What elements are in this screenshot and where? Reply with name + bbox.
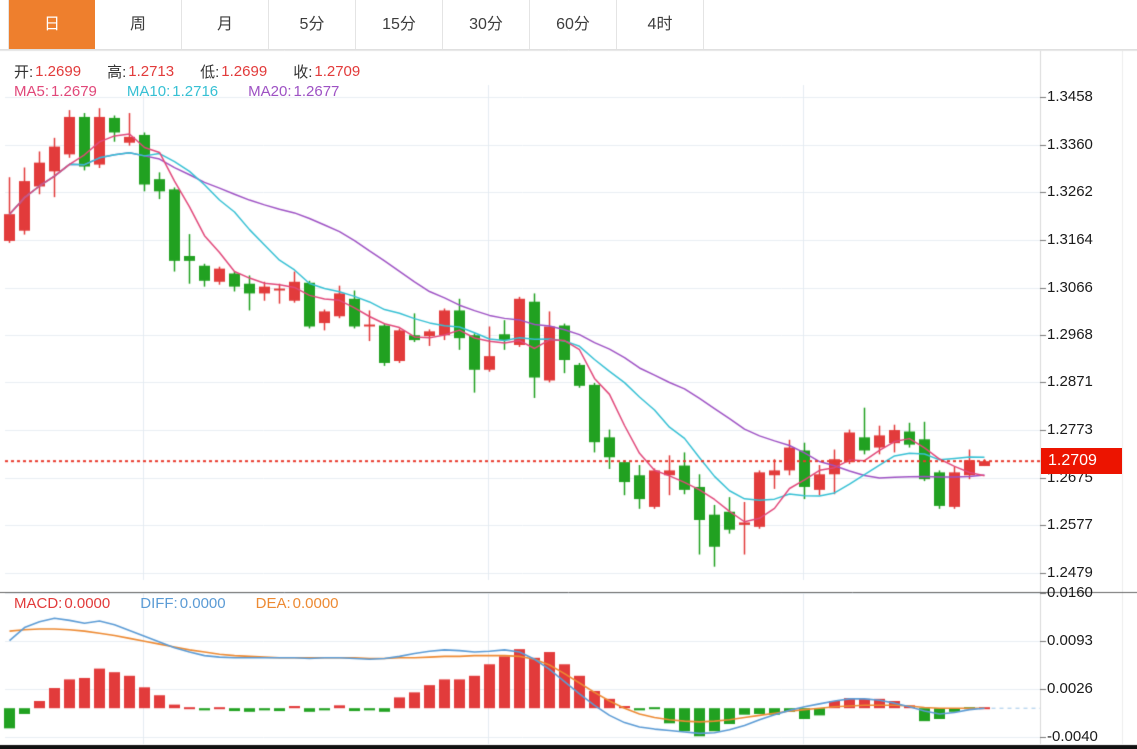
- macd-tick-label: -0.0040: [1047, 728, 1098, 746]
- tab-30min[interactable]: 30分: [443, 0, 530, 49]
- tab-week[interactable]: 周: [95, 0, 182, 49]
- macd-value: 0.0000: [64, 595, 110, 612]
- ma5-value: 1.2679: [51, 83, 97, 100]
- tab-5min[interactable]: 5分: [269, 0, 356, 49]
- open-group: 开:1.2699: [14, 61, 81, 82]
- ma20-group: MA20:1.2677: [248, 83, 339, 100]
- timeframe-tab-bar: 日周月5分15分30分60分4时: [0, 0, 1137, 50]
- low-value: 1.2699: [221, 63, 267, 80]
- dea-group: DEA:0.0000: [256, 595, 339, 612]
- price-tick-label: 1.3066: [1047, 279, 1093, 297]
- ma10-value: 1.2716: [172, 83, 218, 100]
- macd-tick-label: 0.0093: [1047, 632, 1093, 650]
- open-label: 开:: [14, 61, 33, 82]
- ma10-label: MA10:: [127, 83, 170, 100]
- low-group: 低:1.2699: [200, 61, 267, 82]
- high-label: 高:: [107, 61, 126, 82]
- ma20-label: MA20:: [248, 83, 291, 100]
- tab-day[interactable]: 日: [8, 0, 95, 49]
- tab-15min[interactable]: 15分: [356, 0, 443, 49]
- macd-group: MACD:0.0000: [14, 595, 110, 612]
- ma20-value: 1.2677: [294, 83, 340, 100]
- ma10-group: MA10:1.2716: [127, 83, 218, 100]
- price-tick-label: 1.2773: [1047, 421, 1093, 439]
- dea-value: 0.0000: [293, 595, 339, 612]
- price-tick-label: 1.3164: [1047, 231, 1093, 249]
- close-value: 1.2709: [314, 63, 360, 80]
- tab-60min[interactable]: 60分: [530, 0, 617, 49]
- diff-label: DIFF:: [140, 595, 178, 612]
- ma5-group: MA5:1.2679: [14, 83, 97, 100]
- price-tick-label: 1.3360: [1047, 136, 1093, 154]
- low-label: 低:: [200, 61, 219, 82]
- price-tick-label: 1.2577: [1047, 516, 1093, 534]
- price-tick-label: 1.2968: [1047, 326, 1093, 344]
- macd-label: MACD:: [14, 595, 62, 612]
- ma-readout: MA5:1.2679 MA10:1.2716 MA20:1.2677: [14, 83, 339, 100]
- ohlc-readout: 开:1.2699 高:1.2713 低:1.2699 收:1.2709: [14, 61, 360, 82]
- open-value: 1.2699: [35, 63, 81, 80]
- diff-group: DIFF:0.0000: [140, 595, 225, 612]
- macd-tick-label: 0.0160: [1047, 584, 1093, 602]
- ma5-label: MA5:: [14, 83, 49, 100]
- close-label: 收:: [293, 61, 312, 82]
- high-group: 高:1.2713: [107, 61, 174, 82]
- price-tick-label: 1.2479: [1047, 564, 1093, 582]
- macd-tick-label: 0.0026: [1047, 680, 1093, 698]
- price-macd-chart-canvas[interactable]: [0, 0, 1137, 749]
- price-tick-label: 1.3458: [1047, 88, 1093, 106]
- dea-label: DEA:: [256, 595, 291, 612]
- price-tick-label: 1.2871: [1047, 373, 1093, 391]
- price-tick-label: 1.3262: [1047, 183, 1093, 201]
- tab-4hour[interactable]: 4时: [617, 0, 704, 49]
- tab-month[interactable]: 月: [182, 0, 269, 49]
- high-value: 1.2713: [128, 63, 174, 80]
- close-group: 收:1.2709: [293, 61, 360, 82]
- diff-value: 0.0000: [180, 595, 226, 612]
- macd-readout: MACD:0.0000 DIFF:0.0000 DEA:0.0000: [14, 595, 339, 612]
- current-price-label: 1.2709: [1041, 448, 1122, 474]
